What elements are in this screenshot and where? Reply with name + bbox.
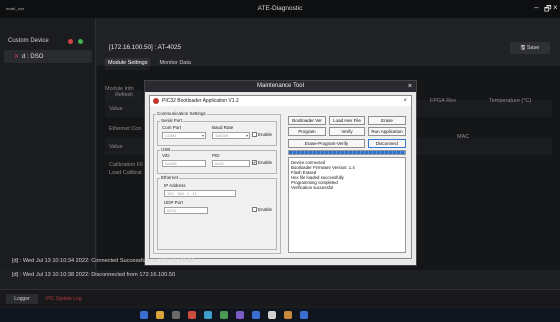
close-button[interactable]: × [553, 3, 558, 12]
udp-port-input[interactable]: 6234 [164, 207, 208, 214]
taskbar-app-icon[interactable] [172, 311, 180, 319]
device-label: d : DSO [22, 54, 44, 60]
progress-bar [288, 150, 406, 155]
taskbar-app-icon[interactable] [140, 311, 148, 319]
usb-label: USB [160, 147, 172, 152]
log-line-1: [d] : Wed Jul 13 10:10:34 2022: Connecte… [12, 258, 195, 264]
taskbar-app-icon[interactable] [204, 311, 212, 319]
sidebar-header: Custom Device [8, 38, 49, 44]
checkbox-checked: ✔ [252, 160, 257, 166]
ethernet-group-label: Ethernet [160, 175, 180, 180]
com-port-value: COM1 [165, 133, 177, 138]
taskbar-app-icon[interactable] [236, 311, 244, 319]
taskbar-app-icon[interactable] [252, 311, 260, 319]
pic-update-log-tab[interactable]: PIC Update Log [46, 296, 82, 302]
vid-input[interactable]: 0x4D8 [162, 160, 206, 167]
usb-enable-checkbox[interactable]: ✔ Enable [252, 160, 273, 166]
pic32-titlebar: PIC32 Bootloader Application V1.2 × [150, 96, 411, 106]
maintenance-title: Maintenance Tool [257, 83, 304, 89]
vid-label: VID [162, 153, 170, 158]
ip-address-input[interactable]: 192 . 168 . 1 . 11 [164, 190, 236, 197]
pic32-app-icon [153, 98, 159, 104]
serial-enable-checkbox[interactable]: Enable [252, 132, 273, 138]
sidebar: Custom Device ✕ d : DSO [0, 18, 96, 270]
udp-port-label: UDP Port [164, 200, 183, 205]
status-log-box[interactable]: Device connected Bootloader Firmware Ver… [288, 157, 406, 253]
disconnect-button[interactable]: Disconnect [368, 139, 406, 148]
bottom-bar: Logger PIC Update Log [0, 289, 560, 307]
progress-fill [289, 151, 405, 154]
taskbar-folder-icon[interactable] [156, 311, 164, 319]
device-title: [172.16.100.50] : AT-4025 [109, 44, 182, 51]
erase-button[interactable]: Erase [368, 116, 406, 125]
baud-rate-value: 115200 [215, 133, 229, 138]
erase-program-verify-button[interactable]: Erase-Program-Verify [288, 139, 365, 148]
device-status-icon: ✕ [14, 54, 20, 60]
log-line-2: [d] : Wed Jul 13 10:10:38 2022: Disconne… [12, 272, 176, 278]
pid-label: PID [212, 153, 220, 158]
eth-enable-checkbox[interactable]: Enable [252, 207, 273, 213]
maintenance-close-button[interactable]: × [408, 81, 412, 92]
taskbar-app-icon[interactable] [284, 311, 292, 319]
baud-rate-select[interactable]: 115200 ▾ [212, 132, 250, 139]
taskbar-app-icon[interactable] [268, 311, 276, 319]
taskbar-app-icon[interactable] [300, 311, 308, 319]
status-line: Verification successful [291, 185, 334, 190]
chevron-down-icon: ▾ [201, 133, 204, 138]
bootloader-ver-button[interactable]: Bootloader Ver [288, 116, 326, 125]
maximize-button[interactable]: 🗗 [544, 3, 552, 17]
pid-input[interactable]: 0x3C [212, 160, 250, 167]
baud-rate-label: Baud Rate [212, 125, 234, 130]
maintenance-titlebar: Maintenance Tool × [145, 81, 416, 92]
ip-address-label: IP Address [164, 183, 186, 188]
load-hex-button[interactable]: Load Hex File [329, 116, 365, 125]
status-red-icon [68, 39, 73, 44]
taskbar-app-icon[interactable] [220, 311, 228, 319]
window-title: ATE-Diagnostic [257, 5, 303, 12]
comm-settings-label: Communication Settings [156, 111, 207, 116]
run-application-button[interactable]: Run Application [368, 127, 406, 136]
com-port-select[interactable]: COM1 ▾ [162, 132, 206, 139]
taskbar-app-icon[interactable] [188, 311, 196, 319]
ethernet-group [157, 178, 277, 250]
serial-enable-label: Enable [258, 132, 273, 137]
sidebar-item-device[interactable]: ✕ d : DSO [4, 50, 92, 63]
logger-tab[interactable]: Logger [6, 294, 38, 304]
pic32-close-button[interactable]: × [403, 96, 407, 106]
status-green-icon [78, 39, 83, 44]
save-button[interactable]: 🖫 Save [510, 42, 550, 54]
com-port-label: Com Port [162, 125, 182, 130]
verify-button[interactable]: Verify [329, 127, 365, 136]
title-bar: mabl_xxx ATE-Diagnostic – 🗗 × [0, 0, 560, 18]
pic32-title: PIC32 Bootloader Application V1.2 [162, 98, 239, 104]
program-button[interactable]: Program [288, 127, 326, 136]
taskbar [0, 308, 560, 322]
minimize-button[interactable]: – [534, 3, 538, 12]
save-label: Save [526, 45, 540, 51]
serial-port-label: Serial Port [160, 118, 184, 123]
checkbox-box [252, 207, 257, 213]
usb-enable-label: Enable [258, 160, 273, 165]
checkbox-box [252, 132, 257, 138]
chevron-down-icon: ▾ [245, 133, 248, 138]
eth-enable-label: Enable [258, 207, 273, 212]
